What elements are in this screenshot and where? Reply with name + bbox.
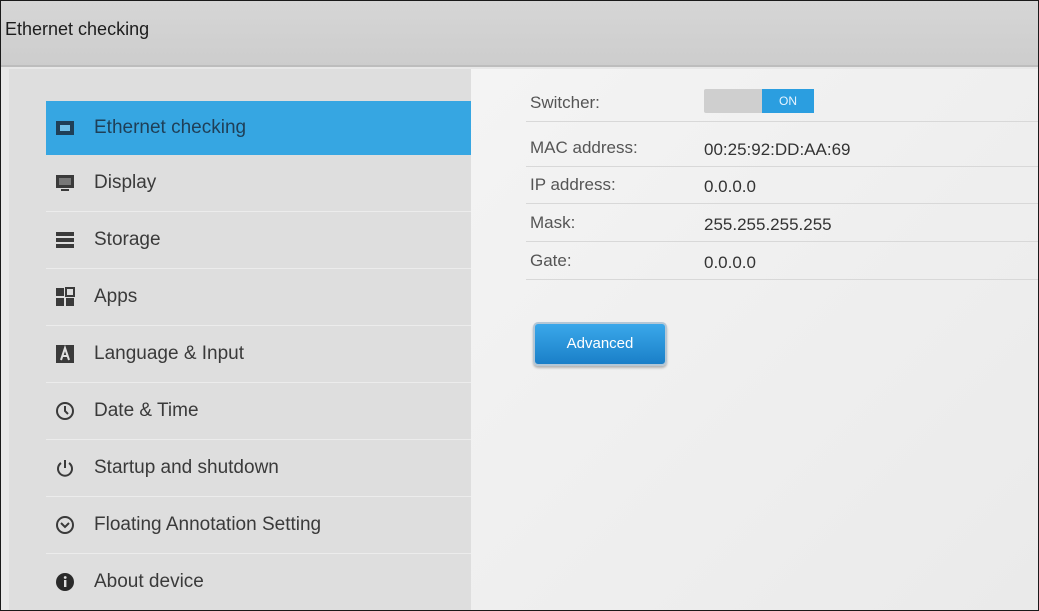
display-icon [54,172,76,194]
mask-row: Mask: 255.255.255.255 [526,205,1038,242]
sidebar-item-label: Display [94,172,157,193]
sidebar-item-about-device[interactable]: About device [46,554,471,610]
sidebar-item-label: About device [94,571,204,592]
ip-address-label: IP address: [530,175,616,194]
advanced-button[interactable]: Advanced [533,322,667,366]
sidebar-item-label: Storage [94,229,161,250]
mask-value: 255.255.255.255 [704,215,832,234]
chevron-circle-icon [54,514,76,536]
gate-value: 0.0.0.0 [704,253,756,272]
sidebar-item-label: Ethernet checking [94,117,247,138]
sidebar-item-storage[interactable]: Storage [46,212,471,269]
sidebar-item-label: Floating Annotation Setting [94,514,322,535]
sidebar-item-display[interactable]: Display [46,155,471,212]
sidebar-item-label: Startup and shutdown [94,457,279,478]
switcher-row: Switcher: ON [526,85,1038,122]
sidebar-item-label: Date & Time [94,400,199,421]
settings-menu: Ethernet checking Display Storage Apps L… [46,101,471,610]
storage-icon [54,229,76,251]
clock-icon [54,400,76,422]
info-icon [54,571,76,593]
ethernet-icon [54,117,76,139]
mac-address-label: MAC address: [530,138,638,157]
window-title: Ethernet checking [5,19,150,39]
mac-address-value: 00:25:92:DD:AA:69 [704,140,851,159]
mask-label: Mask: [530,213,576,232]
sidebar-item-startup-shutdown[interactable]: Startup and shutdown [46,440,471,497]
mac-address-row: MAC address: 00:25:92:DD:AA:69 [526,130,1038,167]
sidebar-item-apps[interactable]: Apps [46,269,471,326]
switcher-label: Switcher: [530,93,600,112]
gate-label: Gate: [530,251,572,270]
ip-address-row: IP address: 0.0.0.0 [526,167,1038,204]
toggle-state: ON [762,89,814,113]
sidebar-item-floating-annotation[interactable]: Floating Annotation Setting [46,497,471,554]
sidebar-item-date-time[interactable]: Date & Time [46,383,471,440]
ethernet-switch-toggle[interactable]: ON [704,89,814,113]
power-icon [54,457,76,479]
gate-row: Gate: 0.0.0.0 [526,243,1038,280]
sidebar-item-label: Apps [94,286,138,307]
language-icon [54,343,76,365]
sidebar-item-ethernet-checking[interactable]: Ethernet checking [46,101,471,155]
settings-sidebar: Ethernet checking Display Storage Apps L… [9,69,471,610]
ethernet-details-panel: Switcher: ON MAC address: 00:25:92:DD:AA… [471,69,1038,610]
settings-screen: Ethernet checking Ethernet checking Disp… [0,0,1039,611]
title-bar: Ethernet checking [1,1,1038,67]
sidebar-item-label: Language & Input [94,343,245,364]
apps-icon [54,286,76,308]
sidebar-item-language-input[interactable]: Language & Input [46,326,471,383]
ip-address-value: 0.0.0.0 [704,177,756,196]
